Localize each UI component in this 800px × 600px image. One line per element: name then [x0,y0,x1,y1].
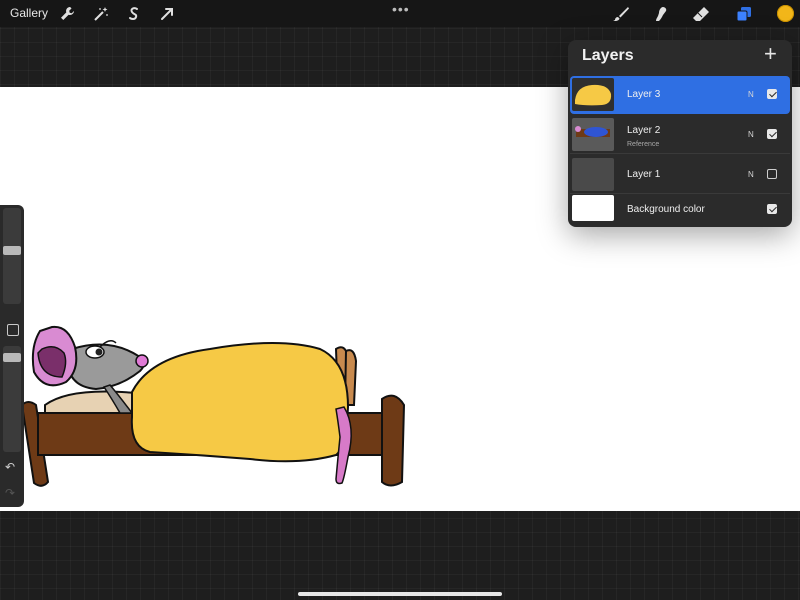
magic-wand-icon[interactable] [92,5,110,23]
layer-row-layer-2[interactable]: Layer 2 Reference N [570,116,790,154]
layers-title: Layers [582,47,634,64]
add-layer-button[interactable]: + [764,43,777,65]
layers-panel: Layers + Layer 3 N Layer 2 Reference N L… [568,40,792,227]
layer-name: Layer 3 [627,89,661,100]
opacity-slider[interactable] [3,346,21,452]
layer-reference-label: Reference [627,141,660,148]
opacity-handle[interactable] [3,353,21,362]
layer-name: Layer 2 [627,125,661,136]
layer-visibility-checkbox[interactable] [767,169,777,179]
actions-menu-icon[interactable]: ••• [392,1,410,17]
layer-row-layer-1[interactable]: Layer 1 N [570,156,790,194]
wrench-icon[interactable] [58,5,76,23]
eraser-icon[interactable] [692,5,710,23]
color-picker-button[interactable] [777,5,794,22]
modify-button[interactable] [7,324,19,336]
smudge-icon[interactable] [652,5,670,23]
layer-visibility-checkbox[interactable] [767,89,777,99]
layer-thumbnail [572,78,614,111]
layers-icon[interactable] [735,5,753,23]
transform-arrow-icon[interactable] [158,5,176,23]
blend-mode-button[interactable]: N [748,130,754,139]
left-sidebar: ↶ ↷ [0,205,24,507]
layer-name: Layer 1 [627,169,661,180]
redo-icon[interactable]: ↷ [5,486,15,500]
layer-row-layer-3[interactable]: Layer 3 N [570,76,790,114]
undo-icon[interactable]: ↶ [5,460,15,474]
divider [570,153,790,154]
brush-icon[interactable] [612,5,630,23]
layer-thumbnail [572,158,614,191]
selection-icon[interactable] [125,5,143,23]
layer-name: Background color [627,204,705,215]
blend-mode-button[interactable]: N [748,170,754,179]
gallery-button[interactable]: Gallery [10,6,48,20]
layer-thumbnail [572,118,614,151]
layer-visibility-checkbox[interactable] [767,204,777,214]
brush-size-handle[interactable] [3,246,21,255]
layer-visibility-checkbox[interactable] [767,129,777,139]
brush-size-slider[interactable] [3,208,21,304]
blend-mode-button[interactable]: N [748,90,754,99]
top-toolbar: Gallery ••• [0,0,800,27]
layer-row-background-color[interactable]: Background color [570,192,790,226]
background-color-swatch[interactable] [572,195,614,221]
home-indicator [298,592,502,596]
